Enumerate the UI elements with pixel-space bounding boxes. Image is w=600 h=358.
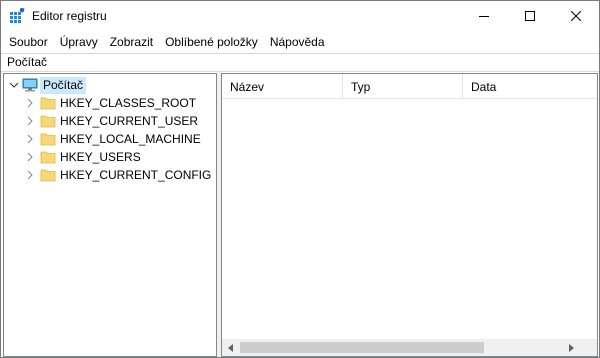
- chevron-right-icon[interactable]: [24, 115, 36, 127]
- scrollbar-thumb[interactable]: [240, 342, 484, 353]
- tree-item-hkcr[interactable]: HKEY_CLASSES_ROOT: [24, 94, 196, 112]
- list-header: Název Typ Data: [222, 74, 597, 99]
- folder-icon: [40, 115, 56, 128]
- registry-editor-icon: [10, 8, 25, 23]
- tree-item-label: HKEY_CURRENT_CONFIG: [60, 168, 212, 182]
- close-icon: [571, 11, 581, 21]
- column-header-name[interactable]: Název: [222, 74, 343, 99]
- folder-icon: [40, 97, 56, 110]
- tree-item-label: HKEY_CLASSES_ROOT: [60, 96, 197, 110]
- minimize-button[interactable]: [461, 1, 507, 31]
- minimize-icon: [479, 16, 489, 17]
- size-grip: [580, 339, 597, 356]
- tree-item-hkcu[interactable]: HKEY_CURRENT_USER: [24, 112, 198, 130]
- tree-item-label: HKEY_CURRENT_USER: [60, 114, 199, 128]
- tree-item-hklm[interactable]: HKEY_LOCAL_MACHINE: [24, 130, 201, 148]
- menu-view[interactable]: Zobrazit: [104, 32, 159, 52]
- tree-item-label: HKEY_LOCAL_MACHINE: [60, 132, 201, 146]
- chevron-right-icon[interactable]: [24, 151, 36, 163]
- maximize-button[interactable]: [507, 1, 553, 31]
- column-header-data[interactable]: Data: [463, 74, 597, 99]
- close-button[interactable]: [553, 1, 599, 31]
- title-bar[interactable]: Editor registru: [1, 1, 599, 31]
- tree-item-label: HKEY_USERS: [60, 150, 141, 164]
- values-list[interactable]: Název Typ Data: [221, 73, 598, 357]
- horizontal-scrollbar[interactable]: [222, 339, 597, 356]
- scroll-left-button[interactable]: [222, 339, 239, 356]
- menu-favorites[interactable]: Oblíbené položky: [159, 32, 264, 52]
- key-tree[interactable]: Počítač HKEY_CLASSES_ROOT HKEY_CURRENT_U…: [3, 73, 217, 357]
- tree-item-hku[interactable]: HKEY_USERS: [24, 148, 141, 166]
- scroll-right-button[interactable]: [563, 339, 580, 356]
- menu-file[interactable]: Soubor: [3, 32, 54, 52]
- chevron-right-icon[interactable]: [24, 133, 36, 145]
- column-header-type[interactable]: Typ: [343, 74, 463, 99]
- chevron-down-icon[interactable]: [8, 79, 20, 91]
- folder-icon: [40, 133, 56, 146]
- menu-bar: Soubor Úpravy Zobrazit Oblíbené položky …: [1, 32, 599, 52]
- folder-icon: [40, 169, 56, 182]
- tree-item-label: Počítač: [40, 76, 87, 94]
- menu-edit[interactable]: Úpravy: [54, 32, 104, 52]
- maximize-icon: [525, 11, 535, 21]
- chevron-right-icon[interactable]: [24, 97, 36, 109]
- scroll-right-icon: [569, 343, 574, 352]
- window-title: Editor registru: [32, 9, 107, 23]
- folder-icon: [40, 151, 56, 164]
- registry-editor-window: Editor registru Soubor Úpravy Zobrazit O…: [0, 0, 600, 358]
- tree-item-computer[interactable]: Počítač: [8, 76, 87, 94]
- chevron-right-icon[interactable]: [24, 169, 36, 181]
- scroll-left-icon: [228, 343, 233, 352]
- address-bar[interactable]: Počítač: [1, 53, 599, 72]
- computer-icon: [22, 78, 38, 92]
- tree-item-hkcc[interactable]: HKEY_CURRENT_CONFIG: [24, 166, 211, 184]
- menu-help[interactable]: Nápověda: [264, 32, 331, 52]
